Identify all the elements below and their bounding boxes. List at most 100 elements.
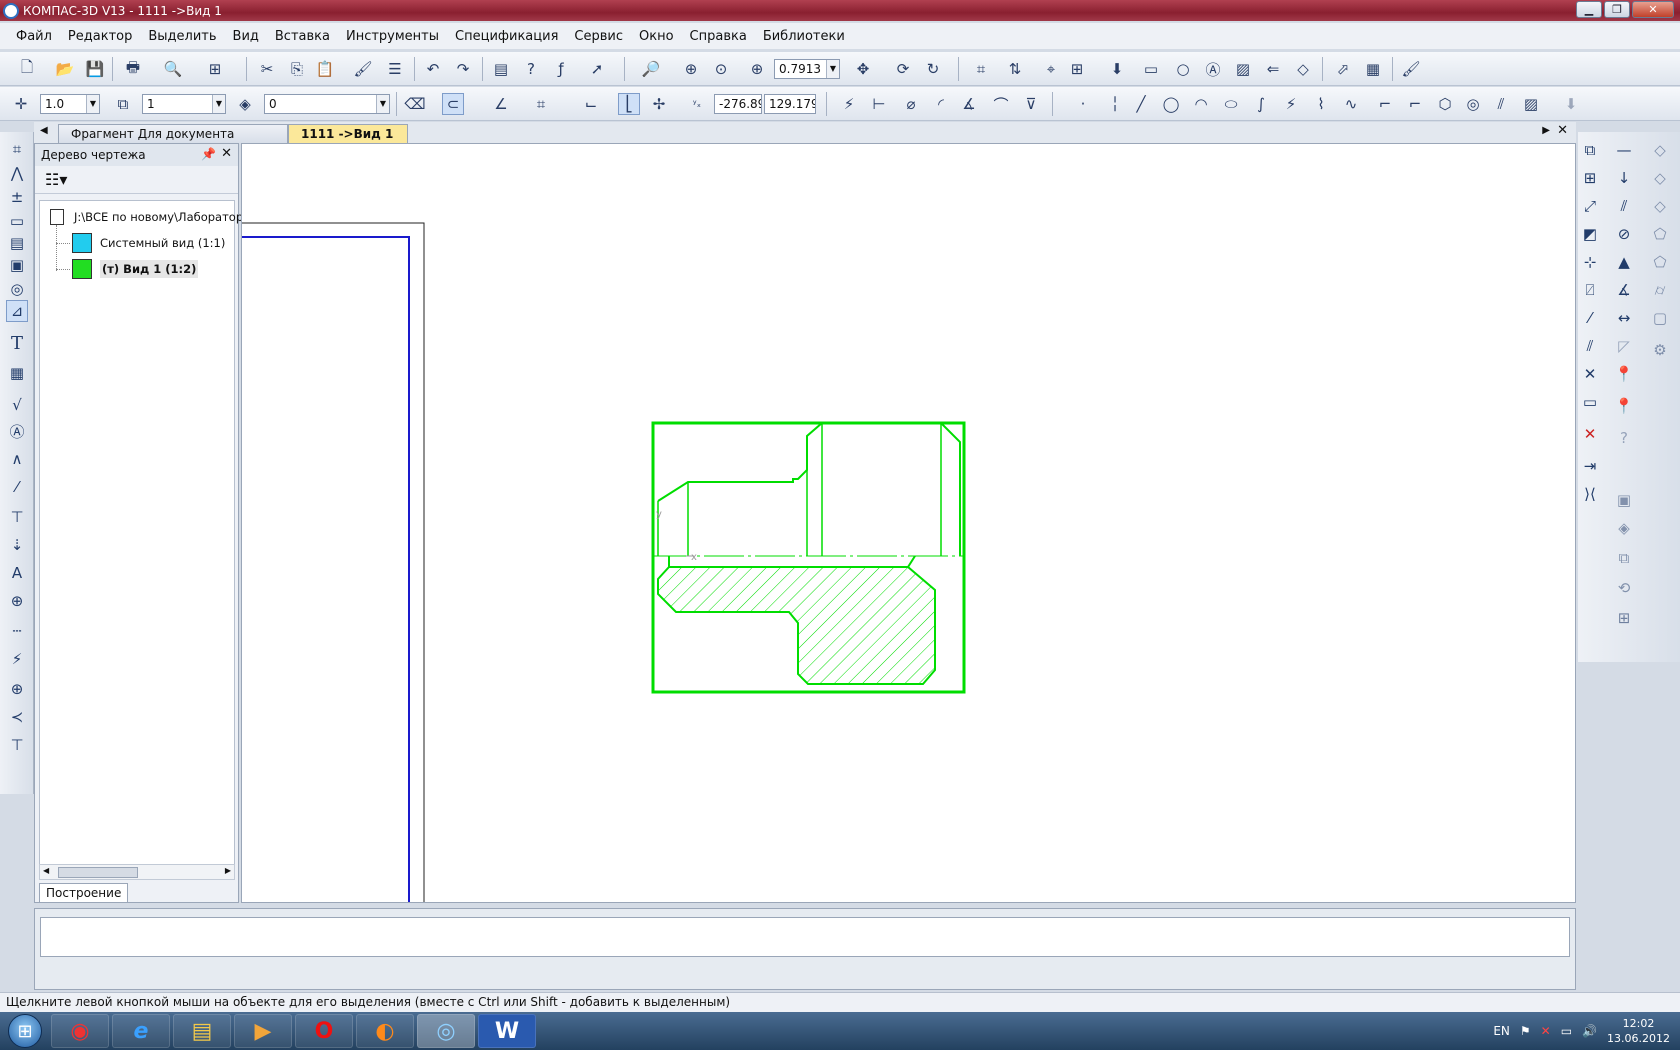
symmetry-icon[interactable]: ⟩⟨ (1578, 482, 1602, 506)
manager-library-icon[interactable]: ▤ (490, 58, 512, 80)
vertical-constraint-icon[interactable]: ↓ (1612, 166, 1636, 190)
network-icon[interactable]: ▭ (1561, 1024, 1572, 1038)
hatch-icon[interactable]: ▨ (1520, 93, 1542, 115)
tangent-constraint-icon[interactable]: ⊘ (1612, 222, 1636, 246)
menu-help[interactable]: Справка (682, 29, 755, 44)
eraser-icon[interactable]: ⌫ (404, 93, 426, 115)
zoom-fit-icon[interactable]: ⊙ (710, 58, 732, 80)
text-style-icon[interactable]: Ⓐ (1202, 58, 1224, 80)
layer-state-icon[interactable]: ⧉ (112, 93, 134, 115)
zoom-in-icon[interactable]: ⊕ (680, 58, 702, 80)
spline-icon[interactable]: ∫ (1250, 93, 1272, 115)
volume-icon[interactable]: 🔊 (1582, 1024, 1597, 1038)
align-icon[interactable]: ⇅ (1004, 58, 1026, 80)
tolerance-icon[interactable]: ⊕ (6, 590, 28, 612)
zoom-scale-icon[interactable]: ⊕ (746, 58, 768, 80)
layer-field[interactable]: 1 ▼ (142, 94, 226, 114)
roughness-tool-icon[interactable]: √ (6, 394, 28, 416)
parametrization-panel-icon[interactable]: ▭ (6, 210, 28, 232)
layer-icon[interactable]: ⬇ (1106, 58, 1128, 80)
axis-line-icon[interactable]: ┄ (6, 620, 28, 642)
split-icon[interactable]: ✕ (1578, 362, 1602, 386)
pin-angle-icon[interactable]: 📍 (1612, 394, 1636, 418)
edit-panel-icon[interactable]: ± (6, 186, 28, 208)
chrome-taskbar-icon[interactable]: ◉ (51, 1014, 109, 1048)
round-mode-icon[interactable]: ⎣ (618, 93, 640, 115)
refresh-icon[interactable]: ↻ (922, 58, 944, 80)
leader-icon[interactable]: ∧ (6, 448, 28, 470)
base-designation-icon[interactable]: Ⓐ (6, 420, 28, 442)
menu-specification[interactable]: Спецификация (447, 29, 566, 44)
radial-dimension-icon[interactable]: ◜ (930, 93, 952, 115)
grid-tool-icon[interactable]: ⌗ (970, 58, 992, 80)
view-create-icon[interactable]: ⧉ (1578, 138, 1602, 162)
close-button[interactable]: ✕ (1632, 1, 1674, 18)
position-leader-icon[interactable]: ⁄ (6, 476, 28, 498)
cursor-step-icon[interactable]: ✛ (10, 93, 32, 115)
new-document-icon[interactable]: 🗋 (16, 58, 38, 80)
geometry-panel-icon[interactable]: ⌗ (6, 138, 28, 160)
paste-icon[interactable]: 📋 (314, 58, 336, 80)
select-panel-icon[interactable]: ▣ (6, 254, 28, 276)
tree-root-node[interactable]: J:\ВСЕ по новому\Лаборатор (50, 209, 243, 225)
circle-tool-icon[interactable]: ○ (1172, 58, 1194, 80)
scroll-thumb[interactable] (58, 867, 138, 878)
print-preview-icon[interactable]: 🔍 (162, 58, 184, 80)
menu-file[interactable]: Файл (8, 29, 60, 44)
opera-taskbar-icon[interactable]: O (295, 1014, 353, 1048)
polyline-icon[interactable]: ⌇ (1310, 93, 1332, 115)
menu-libraries[interactable]: Библиотеки (755, 29, 853, 44)
menu-select[interactable]: Выделить (140, 29, 224, 44)
manager-icon[interactable]: ⊞ (204, 58, 226, 80)
undo-icon[interactable]: ↶ (422, 58, 444, 80)
fillet-icon[interactable]: ⌐ (1374, 93, 1396, 115)
associative-view-icon[interactable]: ◎ (6, 278, 28, 300)
measure-panel-icon[interactable]: ▤ (6, 232, 28, 254)
help-pointer-icon[interactable]: ➚ (586, 58, 608, 80)
function-icon[interactable]: ƒ (550, 58, 572, 80)
minimize-button[interactable]: ▁ (1576, 1, 1602, 18)
linear-dimension-icon[interactable]: ⊢ (868, 93, 890, 115)
wave-line-icon[interactable]: ≺ (6, 706, 28, 728)
bezier-icon[interactable]: ∿ (1340, 93, 1362, 115)
clock[interactable]: 12:02 13.06.2012 (1607, 1016, 1670, 1046)
coincident-icon[interactable]: ▲ (1612, 250, 1636, 274)
ortho-icon[interactable]: ∠ (490, 93, 512, 115)
break-line-icon[interactable]: ⊤ (6, 734, 28, 756)
polygon-icon[interactable]: ⬡ (1434, 93, 1456, 115)
redo-icon[interactable]: ↷ (452, 58, 474, 80)
copy-icon[interactable]: ⎘ (286, 58, 308, 80)
trim-icon[interactable]: ⁄ (1578, 306, 1602, 330)
parallel-constraint-icon[interactable]: ⫽ (1612, 194, 1636, 218)
align-tool-icon[interactable]: ⇥ (1578, 454, 1602, 478)
comment-icon[interactable]: ▭ (1140, 58, 1162, 80)
firefox-taskbar-icon[interactable]: ◐ (356, 1014, 414, 1048)
variables-icon[interactable]: ? (520, 58, 542, 80)
equidistant-icon[interactable]: ⫽ (1490, 93, 1512, 115)
scroll-right-icon[interactable]: ▶ (225, 866, 231, 875)
pin-point-icon[interactable]: 📍 (1612, 362, 1636, 386)
media-player-taskbar-icon[interactable]: ▶ (234, 1014, 292, 1048)
roughness-icon[interactable]: ⊽ (1020, 93, 1042, 115)
tab-fragment[interactable]: Фрагмент Для документа (58, 124, 288, 143)
line-scale-field[interactable]: 1.0 ▼ (40, 94, 100, 114)
zoom-value-field[interactable]: 0.7913 ▼ (774, 59, 840, 79)
properties-list-icon[interactable]: ☰ (384, 58, 406, 80)
mirror-icon[interactable]: ◩ (1578, 222, 1602, 246)
network-warning-icon[interactable]: ✕ (1541, 1024, 1551, 1038)
text-arrow-icon[interactable]: A (6, 562, 28, 584)
menu-editor[interactable]: Редактор (60, 29, 140, 44)
menu-view[interactable]: Вид (225, 29, 267, 44)
arc-icon[interactable]: ◠ (1190, 93, 1212, 115)
print-icon[interactable]: 🖶 (122, 58, 144, 80)
auxiliary-line-icon[interactable]: ╎ (1104, 93, 1126, 115)
magnet-snap-icon[interactable]: ⊂ (442, 93, 464, 115)
segment-icon[interactable]: ╱ (1130, 93, 1152, 115)
redraw-icon[interactable]: ⟳ (892, 58, 914, 80)
property-panel-field[interactable] (40, 917, 1570, 957)
pan-icon[interactable]: ✥ (852, 58, 874, 80)
tabs-scroll-left-icon[interactable]: ◀ (40, 125, 48, 136)
style-field[interactable]: 0 ▼ (264, 94, 390, 114)
restore-button[interactable]: ❐ (1604, 1, 1630, 18)
center-mark-icon[interactable]: ⊕ (6, 678, 28, 700)
